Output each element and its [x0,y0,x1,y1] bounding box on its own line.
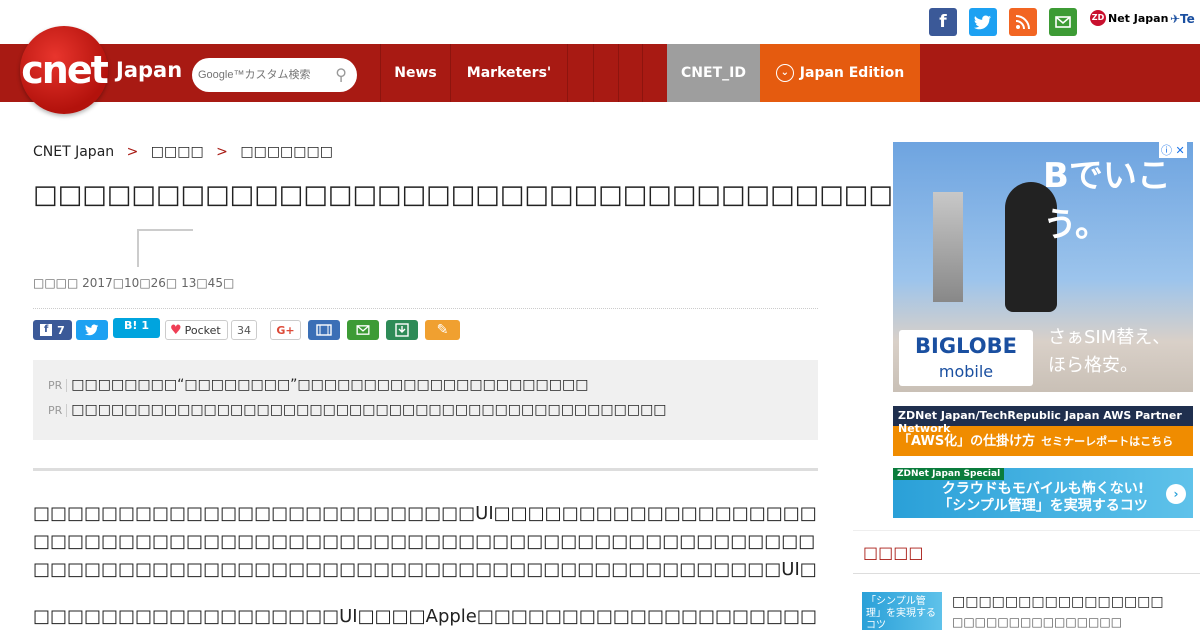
facebook-count: 7 [57,323,65,337]
pr-link-2[interactable]: PR □□□□□□□□□□□□□□□□□□□□□□□□□□□□□□□□□□□□□□… [48,402,667,418]
aws-banner-ad[interactable]: ZDNet Japan/TechRepublic Japan AWS Partn… [893,406,1193,456]
ad-tag: ZDNet Japan Special [893,468,1005,480]
sidebar-item-sub: □□□□□□□□□□□□□□□ [952,615,1123,629]
mail-icon[interactable] [1049,8,1077,36]
chevron-down-icon: ⌄ [775,64,794,82]
pr-text: □□□□□□□□“□□□□□□□□”□□□□□□□□□□□□□□□□□□□□□□ [71,377,589,393]
search-input[interactable] [198,69,328,81]
breadcrumb-sep: > [216,144,228,160]
paragraph: □□□□□□□□□□□□□□□□□□□□□□□□□□UI□□□□□□□□□□□□… [33,503,817,580]
google-plus-button[interactable]: G+ [270,320,301,340]
pr-link-1[interactable]: PR □□□□□□□□“□□□□□□□□”□□□□□□□□□□□□□□□□□□□□… [48,377,588,393]
sidebar-thumbnail[interactable]: 「シンプル管理」を実現するコツ [862,592,942,631]
close-icon[interactable]: ✕ [1176,144,1185,157]
print-button[interactable] [308,320,340,340]
rss-icon[interactable] [1009,8,1037,36]
mail-icon [356,325,370,335]
facebook-icon[interactable]: f [929,8,957,36]
nav-item-5[interactable] [618,44,642,102]
nav-cnet-id[interactable]: CNET_ID [667,44,760,102]
ad-sub: セミナーレポートはこちら [1041,435,1174,448]
techrepublic-icon[interactable]: ✈Te [1170,12,1200,30]
divider [33,468,818,471]
edition-label: Japan Edition [799,65,905,81]
breadcrumb-home[interactable]: CNET Japan [33,144,114,160]
sidebar-heading: □□□□ [853,530,1200,574]
hatena-icon: B! [123,319,138,332]
breadcrumb-category[interactable]: □□□□ [151,144,204,160]
info-icon[interactable]: ⓘ [1161,144,1172,157]
save-button[interactable] [386,320,418,340]
pocket-label: Pocket [184,323,221,337]
site-name[interactable]: Japan [116,58,182,82]
paperclip-icon: ✎ [436,322,449,338]
clip-button[interactable]: ✎ [425,320,460,340]
ad-top-text: ZDNet Japan/TechRepublic Japan AWS Partn… [893,406,1193,435]
breadcrumb-sep: > [126,144,139,160]
twitter-share-button[interactable] [76,320,108,340]
download-icon [395,323,409,337]
pocket-button[interactable]: ♥ Pocket [165,320,228,340]
pocket-count: 34 [231,320,257,340]
biglobe-logo: BIGLOBE mobile [899,330,1033,386]
sidebar-item-title: □□□□□□□□□□□□□□□□ [952,594,1164,610]
twitter-icon [85,324,99,336]
brand-name: BIGLOBE [915,334,1017,358]
zdnet-japan-link[interactable]: ZD Net Japan [1090,10,1168,26]
ad-headline: Bでいこう。 [1043,156,1171,245]
brand-sub: mobile [938,362,994,381]
search-icon[interactable]: ⚲ [335,65,347,84]
article-meta: □□□□ 2017□10□26□ 13□45□ [33,276,235,290]
pr-text: □□□□□□□□□□□□□□□□□□□□□□□□□□□□□□□□□□□□□□□□… [71,402,667,418]
ad-choices-icon[interactable]: ⓘ ✕ [1159,142,1187,158]
search-box[interactable]: ⚲ [192,58,357,92]
author-image [137,229,193,267]
print-icon [316,324,332,336]
cnet-logo[interactable]: cnet [20,26,109,114]
nav-news[interactable]: News [380,44,450,102]
facebook-icon: f [40,324,53,336]
hatena-bookmark-button[interactable]: B! 1 [113,318,160,338]
pocket-icon: ♥ [170,322,182,338]
pr-label: PR [48,404,68,417]
biglobe-ad[interactable]: Bでいこう。 BIGLOBE mobile さぁSIM替え、 ほら格安。 [893,142,1193,392]
nav-marketers[interactable]: Marketers' [450,44,567,102]
pr-label: PR [48,379,68,392]
ad-line2: 「シンプル管理」を実現するコツ [938,498,1148,514]
ad-sub-line1: さぁSIM替え、 [1048,327,1171,348]
email-share-button[interactable] [347,320,379,340]
nav-item-4[interactable] [593,44,618,102]
ad-text: クラウドもモバイルも怖くない! 「シンプル管理」を実現するコツ [923,481,1163,515]
nav-item-3[interactable] [567,44,593,102]
breadcrumb-subcategory[interactable]: □□□□□□□ [240,144,333,160]
ad-subtext: さぁSIM替え、 ほら格安。 [1048,324,1170,380]
pr-box: PR □□□□□□□□“□□□□□□□□”□□□□□□□□□□□□□□□□□□□□… [33,360,818,440]
chevron-right-icon[interactable]: › [1166,484,1186,504]
zdnet-label: Net Japan [1108,11,1169,25]
zdnet-special-ad[interactable]: ZDNet Japan Special クラウドもモバイルも怖くない! 「シンプル… [893,468,1193,518]
divider [33,308,818,309]
nav-divider [642,44,667,102]
twitter-icon[interactable] [969,8,997,36]
hatena-count: 1 [141,319,150,332]
ad-main: 「AWS化」の仕掛け方 [898,434,1036,449]
ad-sub-line2: ほら格安。 [1048,355,1138,376]
article-title: □□□□□□□□□□□□□□□□□□□□□□□□□□□□□□□□□□□□□ [33,180,942,210]
paragraph: □□□□□□□□□□□□□□□□□□UI□□□□Apple□□□□□□□□□□□… [33,606,818,627]
ad-image-blocks [933,192,963,302]
nav-japan-edition[interactable]: ⌄ Japan Edition [760,44,920,102]
ad-line1: クラウドもモバイルも怖くない! [941,481,1145,497]
ad-main-text: 「AWS化」の仕掛け方 セミナーレポートはこちら [898,430,1173,449]
facebook-share-button[interactable]: f 7 [33,320,72,340]
sidebar-item[interactable]: □□□□□□□□□□□□□□□□ □□□□□□□□□□□□□□□ [952,592,1192,632]
zdnet-logo-icon: ZD [1090,10,1106,26]
breadcrumb: CNET Japan > □□□□ > □□□□□□□ [33,144,333,160]
